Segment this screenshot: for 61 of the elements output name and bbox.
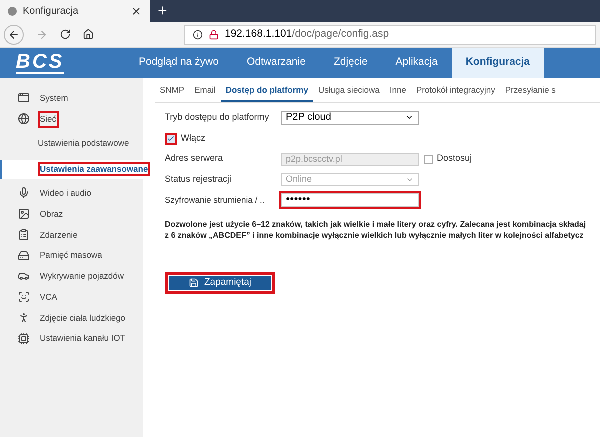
settings-tab[interactable]: Usługa sieciowa [313,84,385,102]
browser-tab[interactable]: Konfiguracja [0,0,150,22]
settings-tab[interactable]: Przesyłanie s [500,84,561,102]
field-label: Status rejestracji [165,172,233,186]
sidebar-subitem[interactable]: Ustawienia zaawansowane [40,164,148,174]
sidebar-item[interactable]: Sieć [40,112,57,126]
mode-select[interactable]: P2P cloud [281,110,419,125]
checkbox-label: Włącz [181,132,206,145]
person-icon [18,312,30,324]
window-icon [18,92,30,104]
sidebar-item[interactable]: Wideo i audio [40,187,92,200]
clipboard-icon [18,228,30,241]
lock-icon [209,30,219,40]
settings-tab[interactable]: SNMP [155,84,190,102]
back-button[interactable] [4,24,24,44]
settings-tab[interactable]: Protokół integracyjny [411,84,500,102]
address-field[interactable]: 192.168.1.101/doc/page/config.asp [184,24,596,44]
address-text: 192.168.1.101/doc/page/config.asp [225,26,390,42]
settings-tab[interactable]: Inne [384,84,412,102]
sidebar-item[interactable]: Ustawienia kanału IOT [40,332,126,345]
field-label: Szyfrowanie strumienia / .. [165,194,266,207]
sidebar-item[interactable]: Zdarzenie [40,228,78,242]
back-arrow-icon [8,28,20,40]
home-icon[interactable] [83,29,94,40]
info-icon [193,30,203,40]
save-icon [188,278,198,288]
chip-icon [18,332,30,345]
hint-text: Dozwolone jest użycie 6–12 znaków, takich jak wielkie i małe litery oraz cyfry. Zalecana jest kombinacja składaj [165,219,588,230]
nav-tab[interactable]: Aplikacja [382,48,452,78]
microphone-icon [18,187,30,200]
check-icon [167,134,175,142]
nav-tab[interactable]: Podgląd na żywo [125,48,233,78]
settings-tab[interactable]: Email [190,84,221,102]
sidebar-subitem[interactable]: Ustawienia podstawowe [38,138,130,148]
face-scan-icon [18,291,30,304]
image-icon [18,208,30,220]
favicon-icon [8,6,17,16]
settings-tab[interactable]: Dostęp do platformy [220,84,314,102]
sidebar-item[interactable]: Pamięć masowa [40,249,102,262]
nav-tab[interactable]: Zdjęcie [320,48,382,78]
checkbox-label: Dostosuj [437,152,472,166]
nav-tab[interactable]: Odtwarzanie [232,48,320,78]
save-button[interactable]: Zapamiętaj [165,272,275,294]
tab-title: Konfiguracja [23,4,80,18]
close-icon[interactable] [131,6,142,16]
hint-text: z 6 znaków „ABCDEF” i inne kombinacje wyłącznie wielkich lub wyłącznie małych liter w kolejności alfabetycz [165,230,585,242]
new-tab-button[interactable]: + [150,2,176,22]
field-label: Adres serwera [165,152,224,166]
field-label: Tryb dostępu do platformy [165,111,270,124]
sidebar-item[interactable]: System [40,92,68,105]
logo: BCS [16,52,64,74]
sidebar-item[interactable]: Obraz [40,208,64,220]
sidebar-item[interactable]: Wykrywanie pojazdów [40,270,124,283]
sidebar-item[interactable]: VCA [40,290,58,304]
reload-icon[interactable] [60,29,71,40]
nav-tab[interactable]: Konfiguracja [452,48,544,78]
globe-icon [18,113,30,126]
enable-checkbox[interactable] [165,132,177,144]
custom-checkbox[interactable] [424,154,433,164]
car-icon [18,270,30,282]
sidebar-item[interactable]: Zdjęcie ciała ludzkiego [40,312,126,324]
